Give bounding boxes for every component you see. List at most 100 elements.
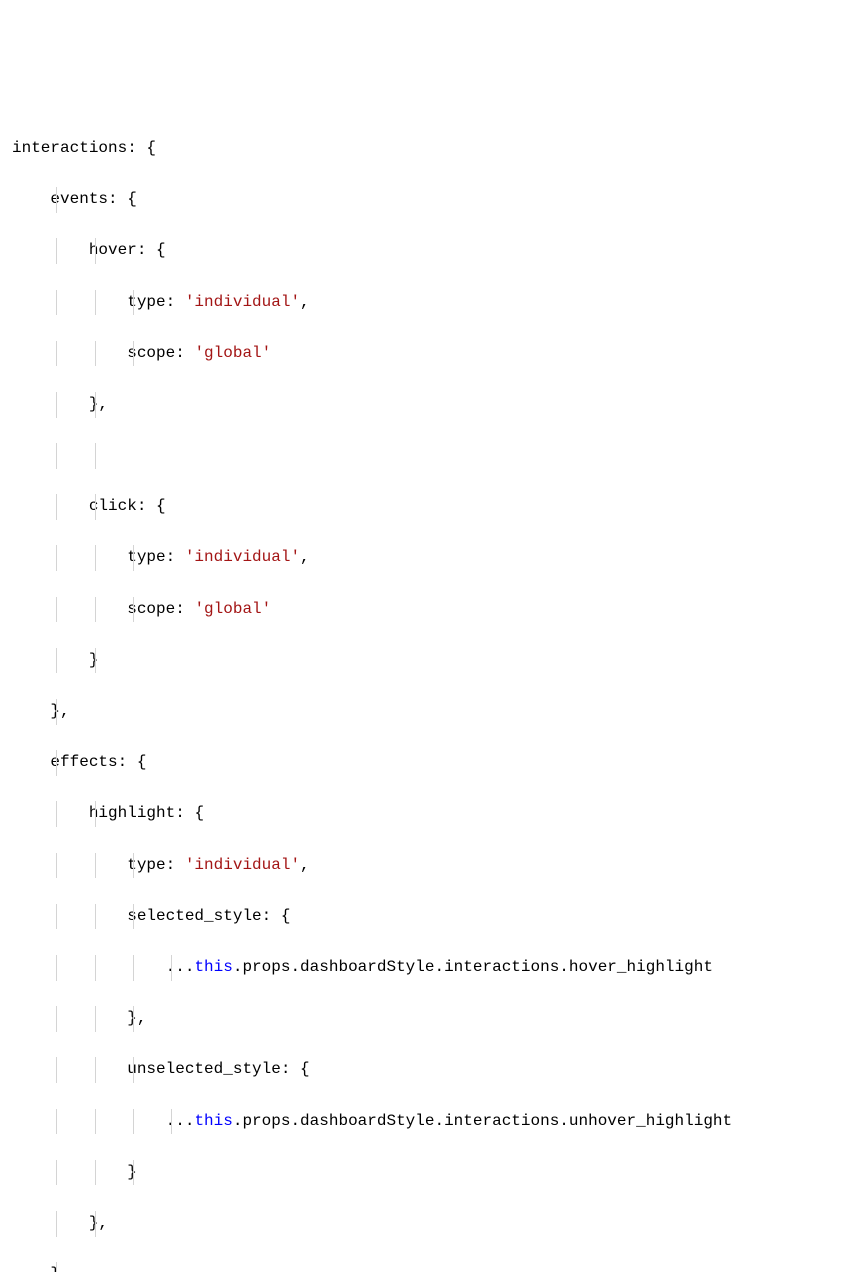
code-line: type: 'individual', [12, 853, 838, 879]
code-line: events: { [12, 187, 838, 213]
indent-guide [56, 187, 57, 213]
tok-punct: }, [50, 702, 69, 720]
indent-guide [95, 904, 96, 930]
indent-guide [56, 1211, 57, 1237]
indent-guide [56, 1262, 57, 1272]
code-line: } [12, 1160, 838, 1186]
code-line: scope: 'global' [12, 341, 838, 367]
indent-guide [56, 955, 57, 981]
tok-punct: : { [137, 497, 166, 515]
tok-spread: ... [166, 1112, 195, 1130]
indent-guide [56, 699, 57, 725]
code-line: ...this.props.dashboardStyle.interaction… [12, 955, 838, 981]
tok-punct: : [175, 344, 194, 362]
indent-guide [95, 341, 96, 367]
indent-guide [133, 1057, 134, 1083]
tok-string: 'global' [194, 600, 271, 618]
indent-guide [56, 238, 57, 264]
indent-guide [95, 955, 96, 981]
code-line: effects: { [12, 750, 838, 776]
indent-guide [133, 1006, 134, 1032]
indent-guide [95, 1211, 96, 1237]
tok-punct: : { [262, 907, 291, 925]
tok-punct: : [166, 293, 185, 311]
tok-key: highlight [89, 804, 175, 822]
tok-punct: , [300, 856, 310, 874]
tok-string: 'individual' [185, 856, 300, 874]
tok-key: interactions [12, 139, 127, 157]
indent-guide [56, 341, 57, 367]
tok-punct: : [166, 548, 185, 566]
indent-guide [95, 648, 96, 674]
indent-guide [133, 1109, 134, 1135]
indent-guide [133, 1160, 134, 1186]
tok-punct: , [300, 293, 310, 311]
tok-this: this [194, 1112, 232, 1130]
tok-punct: : { [127, 139, 156, 157]
indent-guide [133, 955, 134, 981]
indent-guide [133, 341, 134, 367]
indent-guide [95, 801, 96, 827]
indent-guide [95, 1160, 96, 1186]
tok-punct: , [300, 548, 310, 566]
indent-guide [95, 494, 96, 520]
indent-guide [56, 1006, 57, 1032]
tok-spread: ... [166, 958, 195, 976]
tok-punct: : { [108, 190, 137, 208]
tok-key: scope [127, 344, 175, 362]
tok-key: events [50, 190, 108, 208]
tok-punct: : { [175, 804, 204, 822]
tok-punct: }, [89, 395, 108, 413]
code-line: }, [12, 392, 838, 418]
indent-guide [56, 648, 57, 674]
indent-guide [95, 290, 96, 316]
tok-this: this [194, 958, 232, 976]
indent-guide [56, 597, 57, 623]
indent-guide [95, 443, 96, 469]
indent-guide [56, 392, 57, 418]
indent-guide [56, 1160, 57, 1186]
code-line [12, 443, 838, 469]
tok-key: effects [50, 753, 117, 771]
code-line: unselected_style: { [12, 1057, 838, 1083]
indent-guide [133, 545, 134, 571]
indent-guide [56, 750, 57, 776]
code-line: }, [12, 1006, 838, 1032]
indent-guide [133, 904, 134, 930]
indent-guide [171, 955, 172, 981]
indent-guide [95, 392, 96, 418]
tok-punct: : { [137, 241, 166, 259]
tok-key: hover [89, 241, 137, 259]
tok-string: 'individual' [185, 548, 300, 566]
code-line: selected_style: { [12, 904, 838, 930]
indent-guide [56, 443, 57, 469]
code-line: type: 'individual', [12, 290, 838, 316]
tok-punct: : { [281, 1060, 310, 1078]
indent-guide [171, 1109, 172, 1135]
code-line: scope: 'global' [12, 597, 838, 623]
indent-guide [95, 853, 96, 879]
indent-guide [133, 597, 134, 623]
tok-key: click [89, 497, 137, 515]
indent-guide [56, 545, 57, 571]
tok-punct: : [166, 856, 185, 874]
code-line: interactions: { [12, 136, 838, 162]
indent-guide [95, 545, 96, 571]
indent-guide [133, 853, 134, 879]
indent-guide [95, 1006, 96, 1032]
indent-guide [56, 1109, 57, 1135]
indent-guide [95, 1109, 96, 1135]
tok-punct: }, [89, 1214, 108, 1232]
tok-punct: }, [127, 1009, 146, 1027]
indent-guide [56, 494, 57, 520]
tok-key: unselected_style [127, 1060, 281, 1078]
tok-punct: : { [118, 753, 147, 771]
code-line: highlight: { [12, 801, 838, 827]
indent-guide [133, 290, 134, 316]
code-line: } [12, 1262, 838, 1272]
code-line: type: 'individual', [12, 545, 838, 571]
indent-guide [95, 1057, 96, 1083]
indent-guide [95, 597, 96, 623]
code-line: ...this.props.dashboardStyle.interaction… [12, 1109, 838, 1135]
tok-key: scope [127, 600, 175, 618]
